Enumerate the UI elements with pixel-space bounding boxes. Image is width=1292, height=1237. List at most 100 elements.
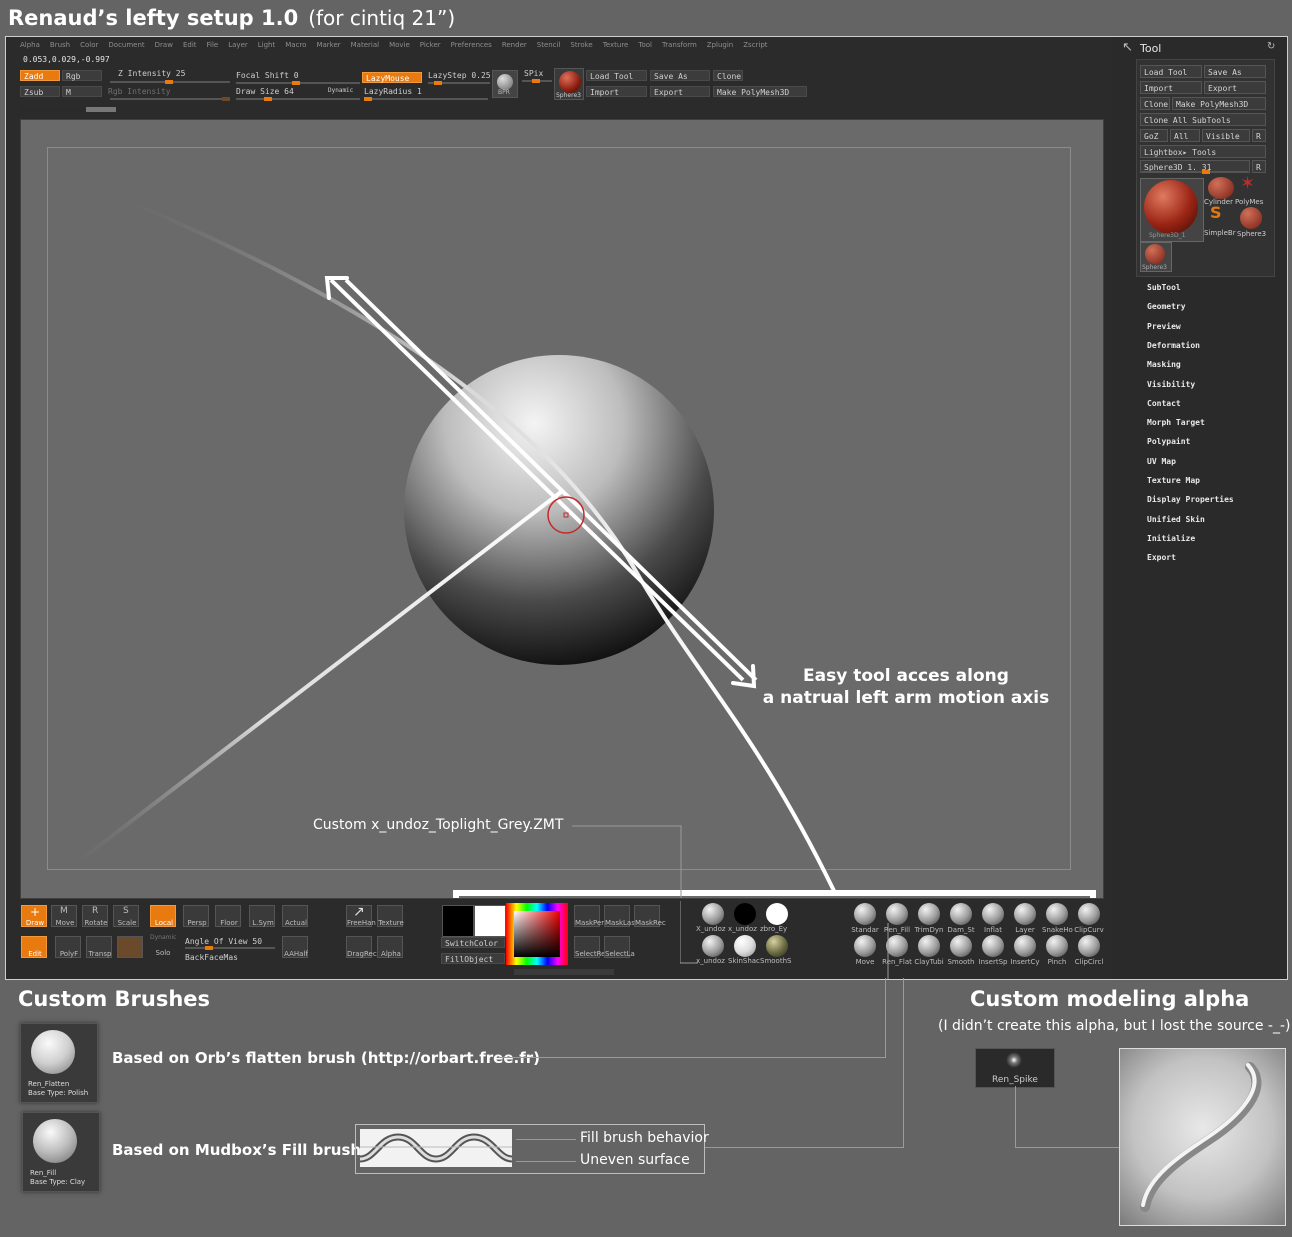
z-intensity-track[interactable] [110,80,230,84]
alpha-button[interactable]: Alpha [377,936,403,958]
brush-smooth-icon[interactable] [950,935,972,957]
tool-load-button[interactable]: Load Tool [1140,65,1202,78]
zsub-button[interactable]: Zsub [20,86,60,97]
zadd-button[interactable]: Zadd [20,70,60,81]
main-color-swatch[interactable] [474,905,506,937]
tool-menu-initialize[interactable]: Initialize [1147,534,1195,543]
tool-menu-texture-map[interactable]: Texture Map [1147,476,1200,485]
brush-inflat-icon[interactable] [982,903,1004,925]
lightbox-tools-button[interactable]: Lightbox▸ Tools [1140,145,1266,158]
tool-menu-masking[interactable]: Masking [1147,360,1181,369]
refresh-icon[interactable]: ↻ [1267,41,1275,52]
bpr-button[interactable]: BPR [492,70,518,98]
persp-button[interactable]: Persp [183,905,209,927]
menu-layer[interactable]: Layer [228,41,248,53]
all-button[interactable]: All [1170,129,1200,142]
color-picker[interactable] [506,903,568,965]
menu-alpha[interactable]: Alpha [20,41,40,53]
goz-button[interactable]: GoZ [1140,129,1168,142]
lsym-button[interactable]: L.Sym [249,905,275,927]
brush-snakeho-icon[interactable] [1046,903,1068,925]
tool-menu-contact[interactable]: Contact [1147,399,1181,408]
load-tool-button[interactable]: Load Tool [586,70,647,81]
spix-track[interactable] [522,79,552,83]
tool-make-polymesh-button[interactable]: Make PolyMesh3D [1172,97,1266,110]
aahalf-button[interactable]: AAHalf [282,936,308,958]
fillobject-button[interactable]: FillObject [441,953,505,964]
brush-clipcircl-icon[interactable] [1078,935,1100,957]
polyf-button[interactable]: PolyF [55,936,81,958]
menu-brush[interactable]: Brush [50,41,70,53]
tool-save-as-button[interactable]: Save As [1204,65,1266,78]
selectre-button[interactable]: SelectRe [574,936,605,958]
menu-movie[interactable]: Movie [389,41,410,53]
tool-menu-preview[interactable]: Preview [1147,322,1181,331]
move-button[interactable]: Move M [51,905,77,927]
rgb-intensity-slider[interactable]: Rgb Intensity [108,87,171,96]
menu-zscript[interactable]: Zscript [743,41,767,53]
menu-light[interactable]: Light [258,41,275,53]
selectla-button[interactable]: SelectLa [604,936,635,958]
tool-menu-subtool[interactable]: SubTool [1147,283,1181,292]
actual-button[interactable]: Actual [282,905,308,927]
make-polymesh-button[interactable]: Make PolyMesh3D [713,86,807,97]
brush-insertsp-icon[interactable] [982,935,1004,957]
menu-color[interactable]: Color [80,41,98,53]
focal-shift-slider[interactable]: Focal Shift 0 [236,71,299,80]
lazystep-track[interactable] [428,81,490,85]
tool-menu-geometry[interactable]: Geometry [1147,302,1186,311]
r2-button[interactable]: R [1252,160,1266,173]
clone-button[interactable]: Clone [713,70,743,81]
lazyradius-track[interactable] [364,97,488,101]
brush-trimdyn-icon[interactable] [918,903,940,925]
switchcolor-button[interactable]: SwitchColor [441,937,505,948]
clone-all-subtools-button[interactable]: Clone All SubTools [1140,113,1266,126]
sphere3-icon[interactable] [1240,207,1262,229]
menu-draw[interactable]: Draw [155,41,173,53]
edit-button[interactable]: Edit [21,936,47,958]
brush-insertcy-icon[interactable] [1014,935,1036,957]
menu-macro[interactable]: Macro [285,41,306,53]
tool-menu-export[interactable]: Export [1147,553,1176,562]
texture-button[interactable]: Texture [377,905,404,927]
lazyradius-slider[interactable]: LazyRadius 1 [364,87,422,96]
menu-picker[interactable]: Picker [420,41,441,53]
scale-button[interactable]: Scale S [113,905,139,927]
shelf-collapse-handle[interactable] [514,969,614,975]
spix-slider[interactable]: SPix [524,69,543,78]
cylinder-icon[interactable] [1208,177,1234,199]
backface-mask[interactable]: BackFaceMas [185,953,238,962]
menu-marker[interactable]: Marker [316,41,340,53]
secondary-color-swatch[interactable] [442,905,474,937]
brush-dam-st-icon[interactable] [950,903,972,925]
draw-size-track[interactable] [236,97,360,101]
tool-menu-polypaint[interactable]: Polypaint [1147,437,1190,446]
angle-of-view-slider[interactable]: Angle Of View 50 [185,937,262,946]
ren-spike-alpha-button[interactable]: Ren_Spike [975,1048,1055,1088]
angle-of-view-track[interactable] [185,946,275,950]
tool-import-button[interactable]: Import [1140,81,1202,94]
lazystep-slider[interactable]: LazyStep 0.25 [428,71,491,80]
maskrec-button[interactable]: MaskRec [634,905,666,927]
tool-menu-deformation[interactable]: Deformation [1147,341,1200,350]
menu-zplugin[interactable]: Zplugin [707,41,733,53]
brush-clipcurv-icon[interactable] [1078,903,1100,925]
brush-claytubi-icon[interactable] [918,935,940,957]
sphere3b-thumb[interactable]: Sphere3 [1140,242,1172,272]
color-picker-square[interactable] [514,911,560,957]
import-button[interactable]: Import [586,86,647,97]
visible-button[interactable]: Visible [1202,129,1250,142]
ghost-button[interactable] [117,936,143,958]
rotate-button[interactable]: Rotate R [82,905,108,927]
lazymouse-button[interactable]: LazyMouse [362,72,422,83]
m-button[interactable]: M [62,86,102,97]
canvas-viewport[interactable]: Easy tool acces along a natrual left arm… [20,119,1104,899]
brush-layer-icon[interactable] [1014,903,1036,925]
rgb-button[interactable]: Rgb [62,70,102,81]
save-as-button[interactable]: Save As [650,70,710,81]
local-button[interactable]: Local [150,905,176,927]
tool-menu-unified-skin[interactable]: Unified Skin [1147,515,1205,524]
tool-menu-uv-map[interactable]: UV Map [1147,457,1176,466]
export-button[interactable]: Export [650,86,710,97]
draw-size-slider[interactable]: Draw Size 64 [236,87,294,96]
